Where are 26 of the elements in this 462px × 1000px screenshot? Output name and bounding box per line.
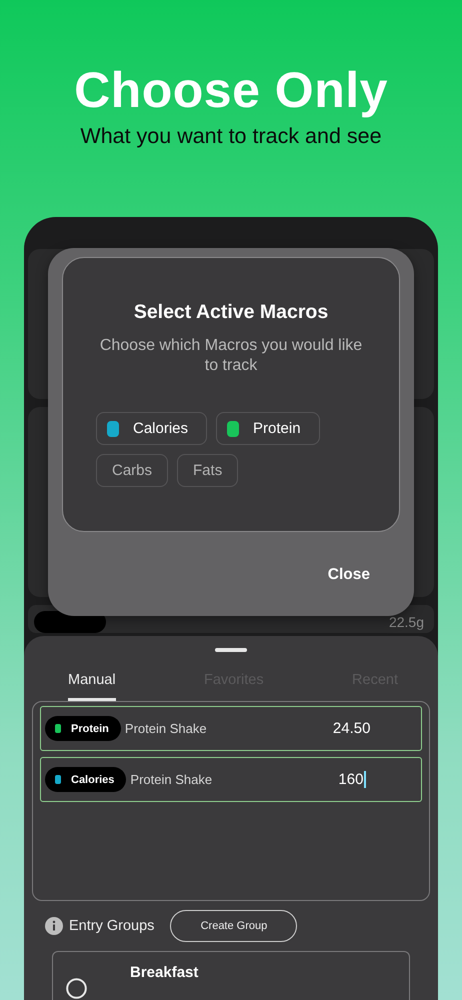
value-field[interactable]: 24.50 (332, 720, 370, 737)
macro-chip[interactable]: Protein (216, 412, 320, 445)
macro-chip[interactable]: Fats (177, 454, 238, 487)
dialog-description: Choose which Macros you would like to track (98, 336, 364, 376)
tab[interactable]: Manual (68, 668, 116, 701)
food-amount: 22.5g (388, 614, 424, 632)
dialog-title: Select Active Macros (134, 301, 328, 324)
section-label: Entry Groups (69, 918, 154, 934)
headline: Choose Only (74, 62, 388, 118)
value-field[interactable]: 160 (338, 771, 366, 788)
group-card[interactable]: Breakfast (52, 951, 410, 1000)
close-button[interactable]: Close (324, 562, 374, 588)
macro-chip[interactable]: Calories (96, 412, 208, 445)
create-group-button[interactable]: Create Group (170, 910, 298, 942)
macro-tag: Protein (45, 716, 121, 741)
entry-row[interactable]: Protein Protein Shake 24.50 (40, 706, 422, 751)
info-icon[interactable] (45, 917, 63, 935)
macro-chip[interactable]: Carbs (96, 454, 168, 487)
subheadline: What you want to track and see (80, 123, 382, 150)
radio-button[interactable] (66, 978, 87, 999)
drag-handle[interactable] (215, 648, 247, 652)
group-name: Breakfast (130, 964, 198, 981)
food-name: Protein Shake (124, 721, 208, 736)
macro-tag: Calories (45, 767, 126, 792)
food-name: Protein Shake (130, 772, 214, 787)
entry-row[interactable]: Calories Protein Shake 160 (40, 757, 422, 802)
